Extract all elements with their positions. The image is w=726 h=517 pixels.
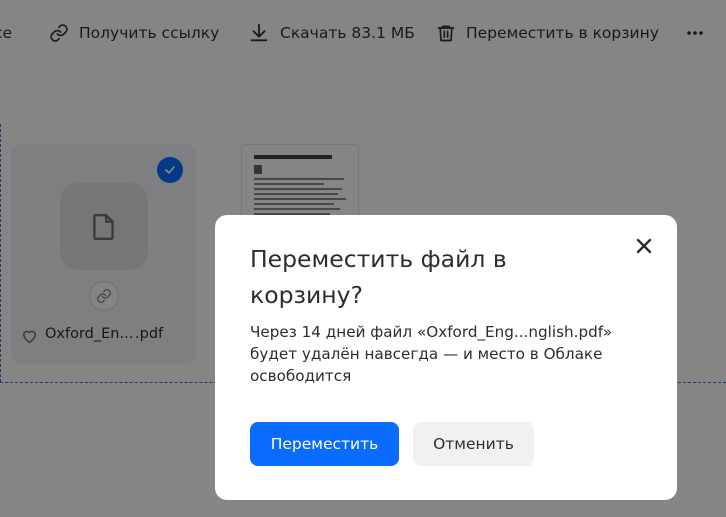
dialog-title: Переместить файл в корзину? xyxy=(250,245,507,309)
close-button[interactable] xyxy=(633,235,655,257)
dialog-text: Через 14 дней файл «Oxford_Eng...nglish.… xyxy=(250,323,613,385)
cancel-button[interactable]: Отменить xyxy=(413,422,534,466)
move-to-trash-dialog: Переместить файл в корзину? Через 14 дне… xyxy=(215,215,677,500)
confirm-move-button[interactable]: Переместить xyxy=(250,422,399,466)
close-icon xyxy=(636,238,652,254)
